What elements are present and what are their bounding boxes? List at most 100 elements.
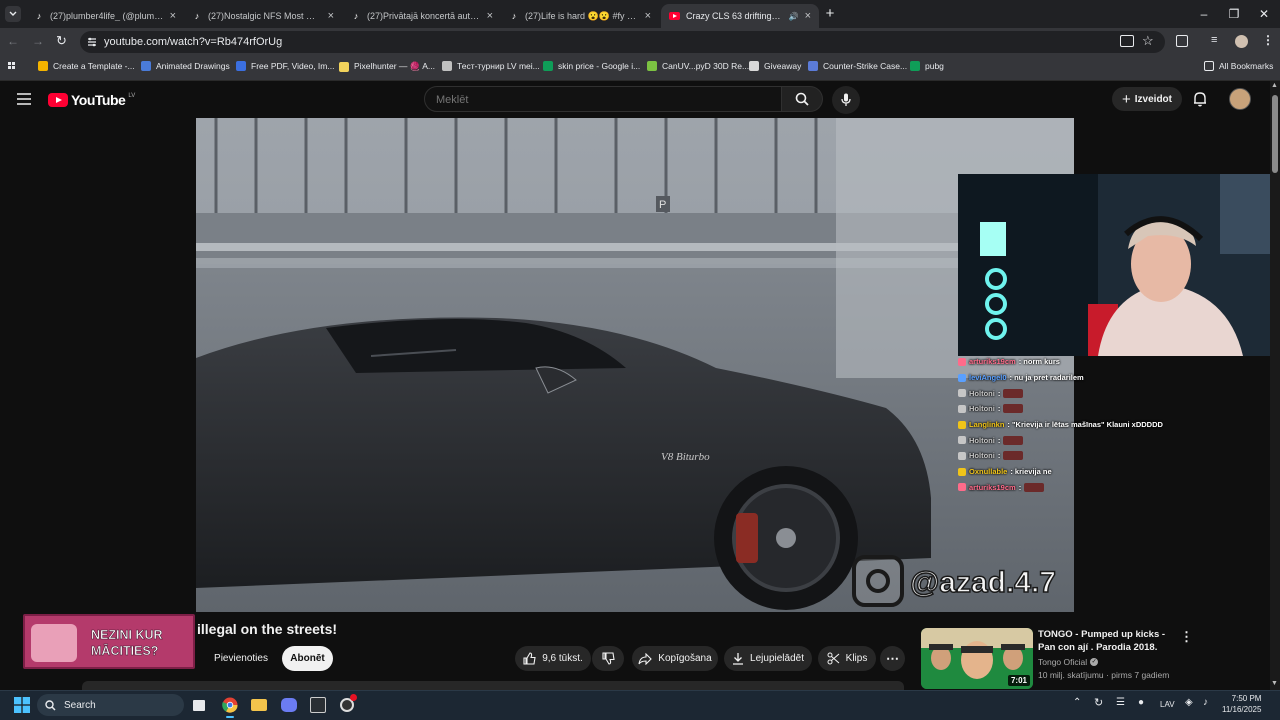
obs-icon[interactable] [336, 694, 358, 716]
wifi-icon[interactable]: ◈ [1185, 697, 1193, 708]
url-text[interactable]: youtube.com/watch?v=Rb474rfOrUg [104, 33, 282, 51]
chrome-icon[interactable] [219, 694, 241, 716]
network-icon[interactable]: ☰ [1116, 697, 1125, 708]
close-tab-icon[interactable]: × [328, 10, 334, 22]
minimize-button[interactable]: – [1192, 4, 1216, 24]
join-button[interactable]: Pievienoties [205, 646, 277, 671]
back-button[interactable]: ← [7, 34, 21, 48]
extensions-icon[interactable] [1176, 35, 1188, 47]
browser-tab[interactable]: ♪ (27)Privātajā koncertā automaš × [343, 4, 501, 28]
close-tab-icon[interactable]: × [805, 10, 811, 22]
restore-button[interactable]: ❐ [1222, 4, 1246, 24]
scroll-down-arrow-icon[interactable]: ▼ [1271, 680, 1278, 687]
instagram-icon [852, 555, 904, 607]
bookmark-item[interactable]: Animated Drawings [141, 61, 230, 71]
close-tab-icon[interactable]: × [645, 10, 651, 22]
bookmark-item[interactable]: Counter-Strike Case... [808, 61, 907, 71]
forward-button[interactable]: → [32, 34, 46, 48]
download-button[interactable]: Lejupielādēt [724, 646, 812, 671]
taskbar-search[interactable]: Search [37, 694, 184, 716]
voice-search-button[interactable] [832, 86, 860, 114]
tiktok-icon: ♪ [194, 11, 200, 21]
browser-menu-icon[interactable]: ⋮ [1262, 33, 1274, 47]
recommended-thumbnail[interactable]: 7:01 [921, 628, 1033, 689]
file-explorer-icon[interactable] [248, 694, 270, 716]
chat-username: Holtoni [969, 451, 995, 461]
bookmark-item[interactable]: Free PDF, Video, Im... [236, 61, 334, 71]
site-info-icon[interactable] [86, 36, 98, 48]
bookmark-item[interactable]: pubg [910, 61, 944, 71]
dislike-button[interactable] [592, 646, 624, 671]
ad-mascot-icon [31, 624, 77, 662]
bookmark-item[interactable]: Pixelhunter — 🧶 A... [339, 61, 435, 72]
microphone-tray-icon[interactable]: ● [1138, 697, 1144, 708]
bookmark-label: Pixelhunter — 🧶 A... [354, 61, 435, 71]
cast-icon[interactable] [1120, 35, 1134, 47]
ad-line-2: MĀCITIES? [91, 644, 159, 659]
volume-icon[interactable]: ♪ [1203, 697, 1208, 708]
taskbar-clock[interactable]: 7:50 PM 11/16/2025 [1222, 693, 1261, 715]
clip-button[interactable]: Klips [818, 646, 876, 671]
bookmark-star-icon[interactable]: ☆ [1142, 33, 1154, 49]
bookmark-label: CanUV...pyD 30D Re... [662, 61, 750, 71]
video-frame: P V8 Biturbo [196, 118, 1074, 612]
recommended-duration: 7:01 [1007, 675, 1030, 686]
close-tab-icon[interactable]: × [487, 10, 493, 22]
search-input[interactable] [434, 90, 768, 110]
recommended-more-icon[interactable]: ⋮ [1180, 629, 1193, 645]
bookmark-label: Animated Drawings [156, 61, 230, 71]
bookmark-item[interactable]: Create a Template -... [38, 61, 135, 71]
recommended-title[interactable]: TONGO - Pumped up kicks - Pan con ají . … [1038, 628, 1168, 654]
notifications-button[interactable] [1193, 91, 1207, 107]
description-box[interactable] [82, 681, 904, 690]
youtube-logo[interactable]: YouTube LV [48, 92, 135, 108]
chat-message: Holtoni: [958, 432, 1238, 448]
ad-banner[interactable]: NEZINI KUR MĀCITIES? [23, 614, 195, 669]
close-window-button[interactable]: ✕ [1252, 4, 1276, 24]
hamburger-menu-icon[interactable] [17, 93, 31, 105]
recommended-channel[interactable]: Tongo Oficial ✓ [1038, 657, 1099, 667]
search-button[interactable] [782, 86, 823, 112]
speaker-icon[interactable]: 🔊 [789, 12, 799, 21]
video-player[interactable]: P V8 Biturbo @azad.4.7 [196, 118, 1074, 612]
task-view-icon[interactable] [188, 694, 210, 716]
account-avatar[interactable] [1229, 88, 1251, 110]
all-bookmarks-button[interactable]: All Bookmarks [1204, 61, 1273, 71]
browser-tab[interactable]: ♪ (27)Life is hard 😮😮 #fy #fyp × [501, 4, 659, 28]
browser-tab[interactable]: ♪ (27)plumber4life_ (@plumber4l × [26, 4, 184, 28]
reload-button[interactable]: ↻ [56, 33, 70, 48]
more-actions-button[interactable]: ⋯ [880, 646, 905, 671]
bookmark-item[interactable]: Giveaway [749, 61, 801, 71]
share-button[interactable]: Kopīgošana [632, 646, 718, 671]
bookmark-item[interactable]: Тест-турнир LV mei... [442, 61, 540, 71]
discord-icon[interactable] [278, 694, 300, 716]
apps-grid-icon[interactable] [8, 62, 18, 72]
tab-search-button[interactable] [5, 6, 21, 22]
language-indicator[interactable]: LAV [1160, 700, 1175, 709]
subscribe-button[interactable]: Abonēt [282, 646, 333, 671]
chat-username: leviAngel0 [969, 373, 1007, 383]
close-tab-icon[interactable]: × [170, 10, 176, 22]
clock-time: 7:50 PM [1231, 694, 1262, 703]
scrollbar-thumb[interactable] [1272, 95, 1278, 173]
media-controls-icon[interactable]: ≡ [1211, 34, 1217, 46]
scroll-up-arrow-icon[interactable]: ▲ [1271, 82, 1278, 89]
bookmark-item[interactable]: skin price - Google i... [543, 61, 640, 71]
bookmark-item[interactable]: CanUV...pyD 30D Re... [647, 61, 749, 71]
verified-check-icon: ✓ [1090, 658, 1099, 666]
browser-tab[interactable]: Crazy CLS 63 drifting illegal 🔊 × [661, 4, 819, 28]
folder-icon [1204, 61, 1214, 71]
show-hidden-icons-icon[interactable]: ⌃ [1073, 697, 1081, 708]
profile-avatar[interactable] [1235, 35, 1248, 48]
sync-icon[interactable]: ↻ [1094, 696, 1103, 709]
chat-emote-icon [1003, 435, 1024, 445]
chat-badge-icon [958, 467, 966, 476]
chat-username: Oxnullable [969, 467, 1008, 477]
windows-start-icon[interactable] [14, 697, 30, 713]
new-tab-button[interactable]: + [822, 6, 838, 22]
create-button[interactable]: + Izveidot [1112, 87, 1182, 111]
chat-badge-icon [958, 404, 966, 413]
browser-tab[interactable]: ♪ (27)Nostalgic NFS Most Wante × [184, 4, 342, 28]
app-icon-dark[interactable] [307, 694, 329, 716]
like-button[interactable]: 9,6 tūkst. [515, 646, 591, 671]
